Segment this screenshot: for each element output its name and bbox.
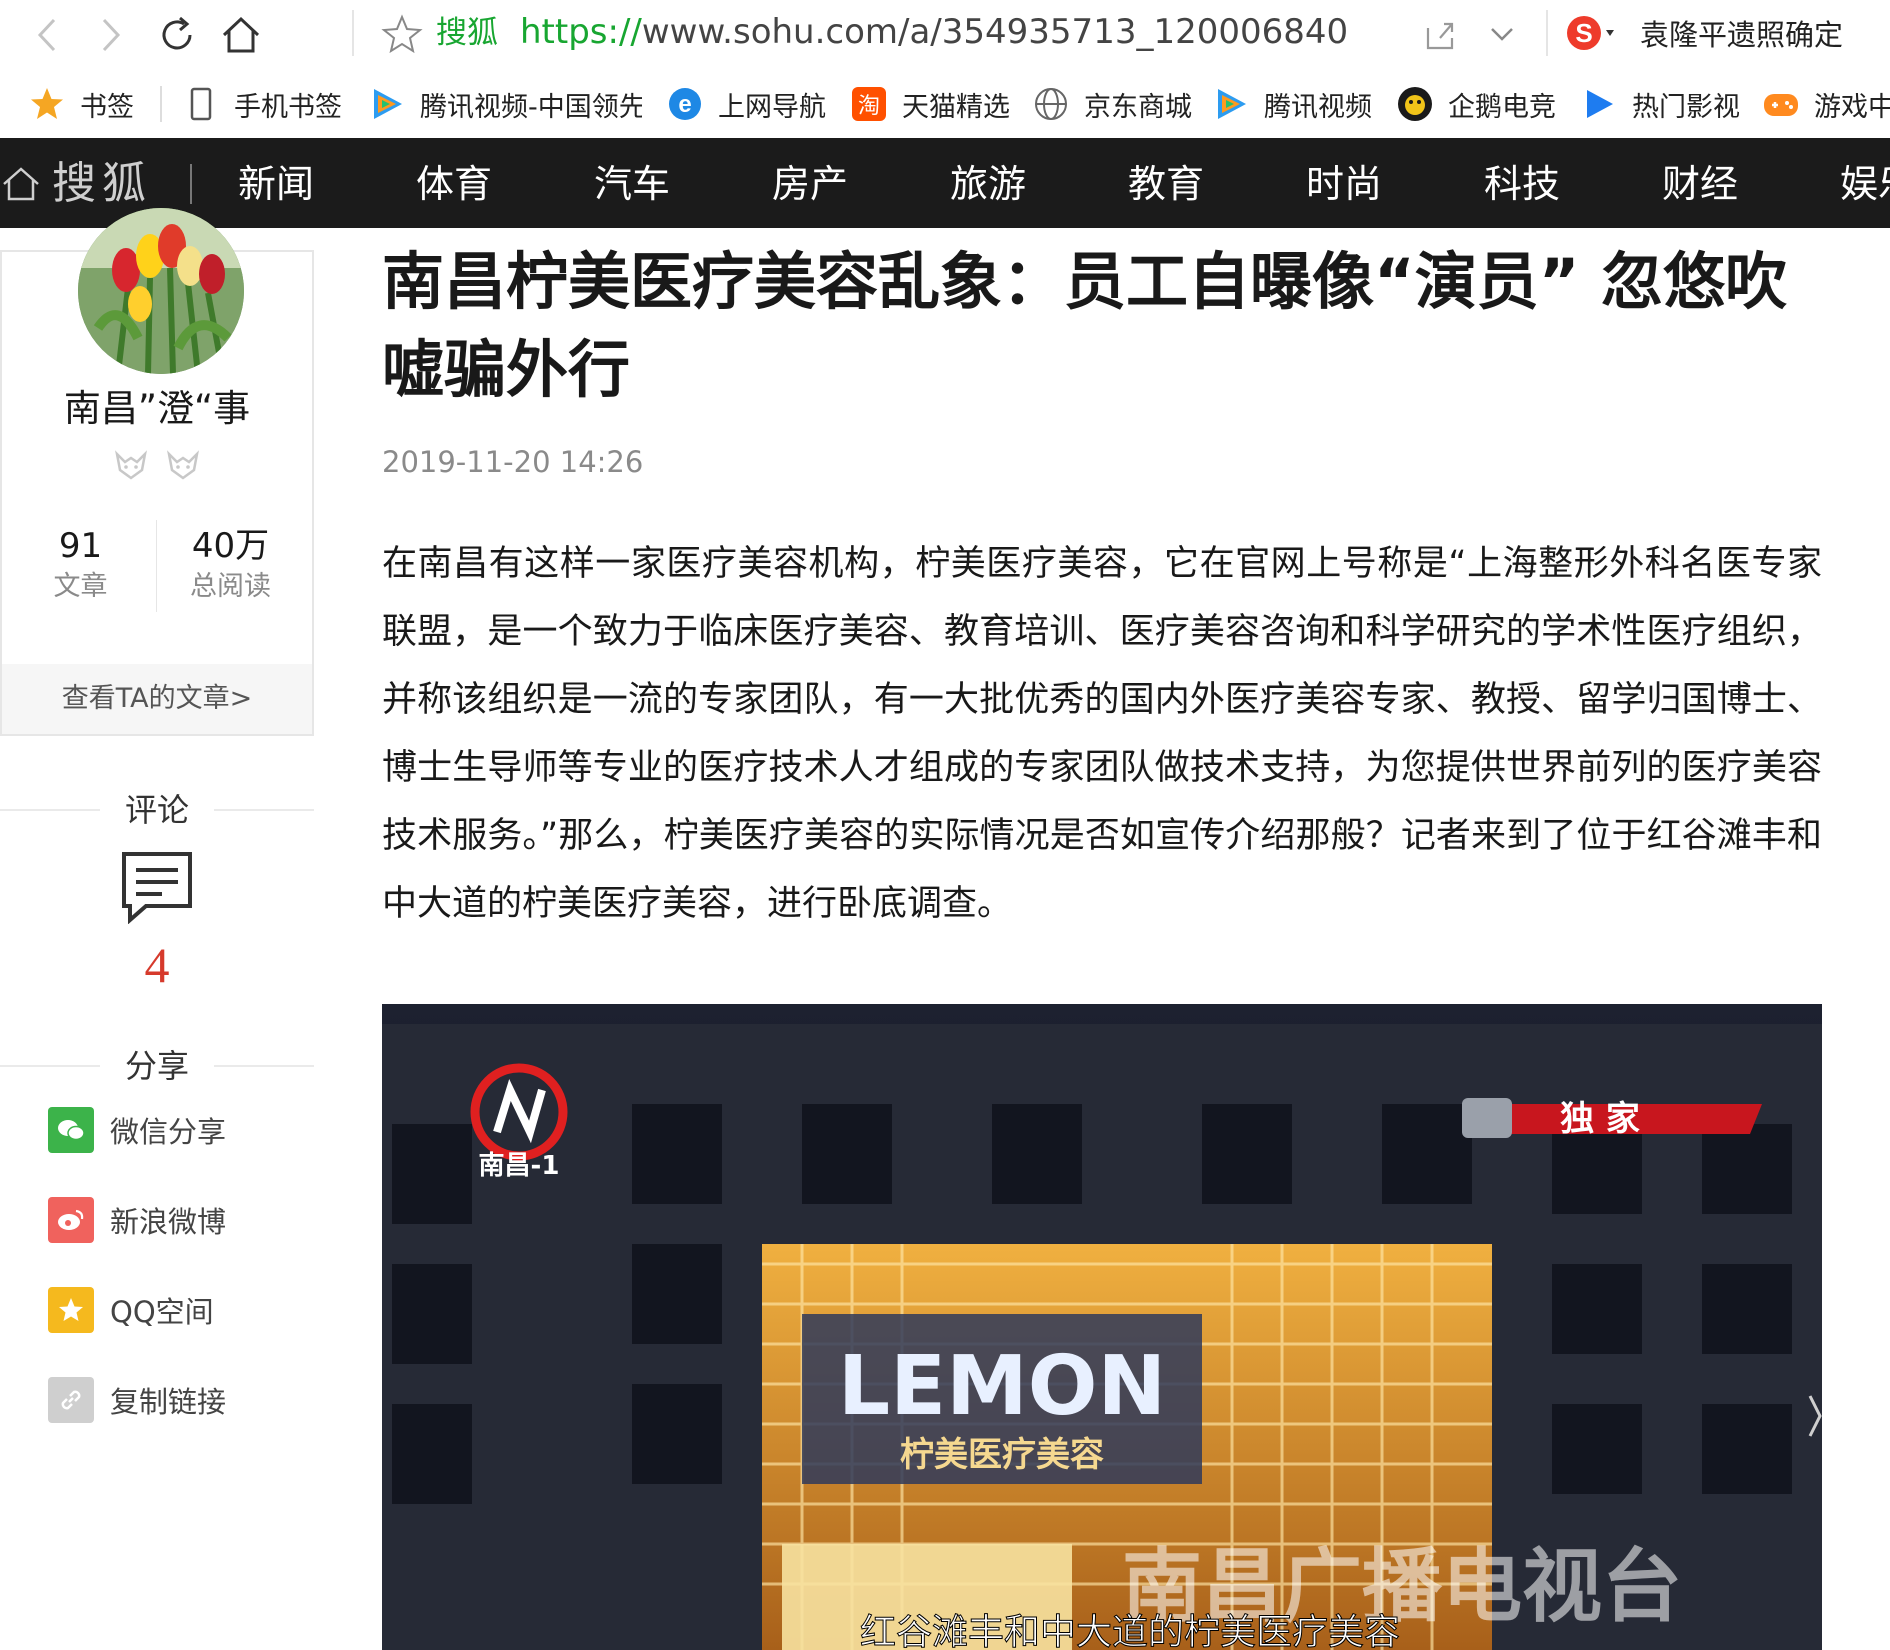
channel-link[interactable]: 旅游	[950, 158, 1026, 210]
url-protocol: https://	[520, 12, 642, 52]
article-paragraph: 在南昌有这样一家医疗美容机构，柠美医疗美容，它在官网上号称是“上海整形外科名医专…	[382, 544, 1822, 924]
penguin-icon	[1396, 85, 1434, 123]
chevron-right-icon	[102, 18, 121, 52]
share-icon[interactable]	[1420, 14, 1460, 54]
avatar[interactable]	[78, 208, 244, 374]
share-qzone-button[interactable]: QQ空间	[48, 1286, 214, 1334]
share-wechat-button[interactable]: 微信分享	[48, 1106, 226, 1154]
home-icon	[222, 16, 260, 53]
channel-link[interactable]: 汽车	[594, 158, 670, 210]
home-button[interactable]	[214, 8, 268, 62]
bookmark-item[interactable]: 热门影视	[1580, 82, 1740, 126]
channel-link[interactable]: 新闻	[238, 158, 314, 210]
divider	[1546, 10, 1548, 56]
comment-count[interactable]: 4	[0, 934, 314, 996]
articles-stat: 91 文章	[2, 524, 159, 606]
forward-button[interactable]	[82, 8, 136, 62]
channel-link[interactable]: 科技	[1484, 158, 1560, 210]
refresh-icon	[162, 16, 192, 50]
fox-medal-icon	[167, 450, 199, 480]
link-icon	[48, 1377, 94, 1423]
article-title: 南昌柠美医疗美容乱象：员工自曝像“演员” 忽悠吹嘘骗外行	[382, 245, 1788, 406]
star-icon	[28, 85, 66, 123]
address-bar: 搜狐 https://www.sohu.com/a/354935713_1200…	[0, 0, 1890, 70]
channel-link[interactable]: 时尚	[1306, 158, 1382, 210]
channel-logo-text: 南昌-1	[479, 1151, 560, 1181]
bookmarks-bar: 书签 手机书签 腾讯视频-中国领先 e 上网导航 淘 天猫精选 京东商城 腾讯视…	[0, 70, 1890, 138]
tencent-video-icon	[368, 85, 406, 123]
comment-icon[interactable]	[120, 850, 194, 924]
channel-link[interactable]: 房产	[772, 158, 848, 210]
tulip-avatar-image	[78, 208, 244, 374]
articles-label: 文章	[53, 571, 108, 602]
bookmark-item[interactable]: 京东商城	[1032, 82, 1192, 126]
channel-nav: 搜狐 新闻 体育 汽车 房产 旅游 教育 时尚 科技 财经 娱乐	[0, 138, 1890, 228]
channel-link[interactable]: 教育	[1128, 158, 1204, 210]
bookmark-item[interactable]: 手机书签	[182, 82, 342, 126]
bookmark-item[interactable]: 游戏中	[1762, 82, 1890, 126]
share-label: 分享	[124, 1047, 189, 1085]
building-night-photo: LEMON 柠美医疗美容 南昌-1 独 家 南昌广播电视台 红谷滩丰和中大道的柠…	[382, 1004, 1822, 1650]
author-medals	[112, 446, 212, 486]
tmall-icon: 淘	[850, 85, 888, 123]
fox-medal-icon	[115, 450, 147, 480]
reload-button[interactable]	[150, 8, 204, 62]
wechat-icon	[48, 1107, 94, 1153]
weibo-icon	[48, 1197, 94, 1243]
globe-icon	[1032, 85, 1070, 123]
phone-icon	[182, 85, 220, 123]
play-icon	[1580, 85, 1618, 123]
video-subtitle: 红谷滩丰和中大道的柠美医疗美容	[860, 1612, 1400, 1650]
url-path: www.sohu.com/a/354935713_120006840	[641, 12, 1349, 52]
site-name: 搜狐	[436, 15, 498, 51]
home-icon[interactable]	[0, 162, 42, 204]
search-suggestion[interactable]: 袁隆平遗照确定	[1640, 14, 1843, 56]
bookmark-item[interactable]: 企鹅电竞	[1396, 82, 1556, 126]
svg-text:淘: 淘	[858, 94, 880, 119]
article-date: 2019-11-20 14:26	[382, 445, 644, 479]
article-video-still[interactable]: LEMON 柠美医疗美容 南昌-1 独 家 南昌广播电视台 红谷滩丰和中大道的柠…	[382, 1004, 1822, 1650]
reads-stat: 40万 总阅读	[152, 524, 309, 606]
gamepad-icon	[1762, 85, 1800, 123]
channel-link[interactable]: 财经	[1662, 158, 1738, 210]
channel-link[interactable]: 体育	[416, 158, 492, 210]
view-author-articles-link[interactable]: 查看TA的文章>	[2, 664, 312, 734]
clinic-sign-text: 柠美医疗美容	[900, 1435, 1104, 1475]
tencent-video-icon	[1212, 85, 1250, 123]
bookmark-item[interactable]: 腾讯视频	[1212, 82, 1372, 126]
reads-label: 总阅读	[190, 571, 271, 602]
chevron-left-icon	[37, 18, 56, 52]
exclusive-label: 独 家	[1560, 1099, 1640, 1139]
articles-count: 91	[58, 526, 103, 566]
divider	[190, 164, 192, 204]
divider	[160, 86, 162, 122]
author-name[interactable]: 南昌”澄“事	[0, 384, 314, 434]
copy-link-button[interactable]: 复制链接	[48, 1376, 226, 1424]
share-weibo-button[interactable]: 新浪微博	[48, 1196, 226, 1244]
chevron-down-icon[interactable]	[1482, 14, 1522, 54]
bookmark-star-icon[interactable]	[380, 12, 424, 56]
url-field[interactable]: https://www.sohu.com/a/354935713_1200068…	[520, 10, 1348, 54]
channel-link[interactable]: 娱乐	[1840, 158, 1890, 210]
svg-text:e: e	[678, 91, 691, 118]
back-button[interactable]	[22, 8, 76, 62]
sogou-search-icon[interactable]: S	[1562, 8, 1622, 58]
ie-icon: e	[666, 85, 704, 123]
lemon-sign-text: LEMON	[838, 1339, 1166, 1434]
bookmark-item[interactable]: 书签	[28, 82, 134, 126]
divider	[352, 10, 354, 56]
bookmark-item[interactable]: 淘 天猫精选	[850, 82, 1010, 126]
sohu-logo[interactable]: 搜狐	[52, 156, 152, 212]
bookmark-item[interactable]: 腾讯视频-中国领先	[368, 82, 642, 126]
svg-text:S: S	[1575, 18, 1592, 48]
qzone-icon	[48, 1287, 94, 1333]
comments-label: 评论	[124, 791, 189, 829]
comments-section-header: 评论	[0, 790, 314, 830]
bookmark-item[interactable]: e 上网导航	[666, 82, 826, 126]
reads-count: 40万	[191, 526, 270, 566]
share-section-header: 分享	[0, 1046, 314, 1086]
